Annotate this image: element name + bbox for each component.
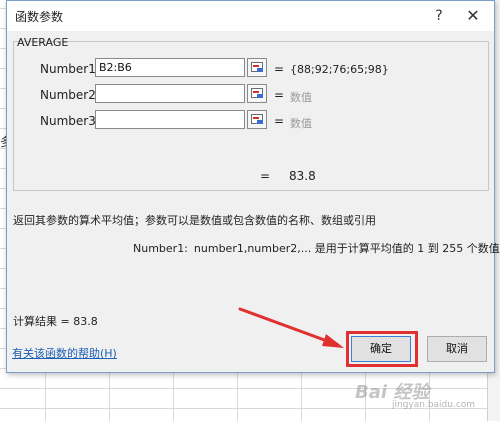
- function-name: AVERAGE: [17, 36, 69, 49]
- arg-equals: =: [274, 62, 285, 76]
- cancel-button[interactable]: 取消: [427, 336, 487, 362]
- function-help-link[interactable]: 有关该函数的帮助(H): [12, 345, 117, 361]
- arg-input-number1[interactable]: B2:B6: [95, 58, 245, 77]
- argument-description-text: number1,number2,... 是用于计算平均值的 1 到 255 个数…: [193, 242, 500, 255]
- formula-result-equals: =: [260, 169, 271, 183]
- collapse-dialog-icon[interactable]: [247, 110, 267, 129]
- argument-description-name: Number1:: [133, 242, 188, 255]
- arg-value-number3: 数值: [290, 117, 312, 130]
- arg-input-number3[interactable]: [95, 110, 245, 129]
- watermark-url: jingyan.baidu.com: [392, 400, 476, 410]
- arg-input-number2[interactable]: [95, 84, 245, 103]
- function-description: 返回其参数的算术平均值；参数可以是数值或包含数值的名称、数组或引用: [13, 214, 376, 227]
- arg-value-number2: 数值: [290, 91, 312, 104]
- help-icon[interactable]: ?: [429, 6, 449, 26]
- close-icon[interactable]: ✕: [463, 6, 483, 26]
- dialog-title: 函数参数: [15, 10, 64, 24]
- arg-equals: =: [274, 114, 285, 128]
- collapse-dialog-icon[interactable]: [247, 58, 267, 77]
- arg-value-number1: {88;92;76;65;98}: [290, 63, 389, 76]
- dialog-titlebar: 函数参数 ? ✕: [7, 1, 494, 31]
- collapse-dialog-icon[interactable]: [247, 84, 267, 103]
- arg-label-number2: Number2: [40, 88, 96, 102]
- arg-label-number1: Number1: [40, 62, 96, 76]
- ok-button[interactable]: 确定: [351, 336, 411, 362]
- arg-equals: =: [274, 88, 285, 102]
- argument-description: Number1: number1,number2,... 是用于计算平均值的 1 …: [133, 240, 500, 256]
- calculation-result: 计算结果 = 83.8: [13, 315, 98, 328]
- formula-result-value: 83.8: [289, 169, 316, 183]
- arg-label-number3: Number3: [40, 114, 96, 128]
- function-arguments-dialog: 函数参数 ? ✕ AVERAGE Number1 B2:B6 = {88;92;…: [6, 0, 500, 373]
